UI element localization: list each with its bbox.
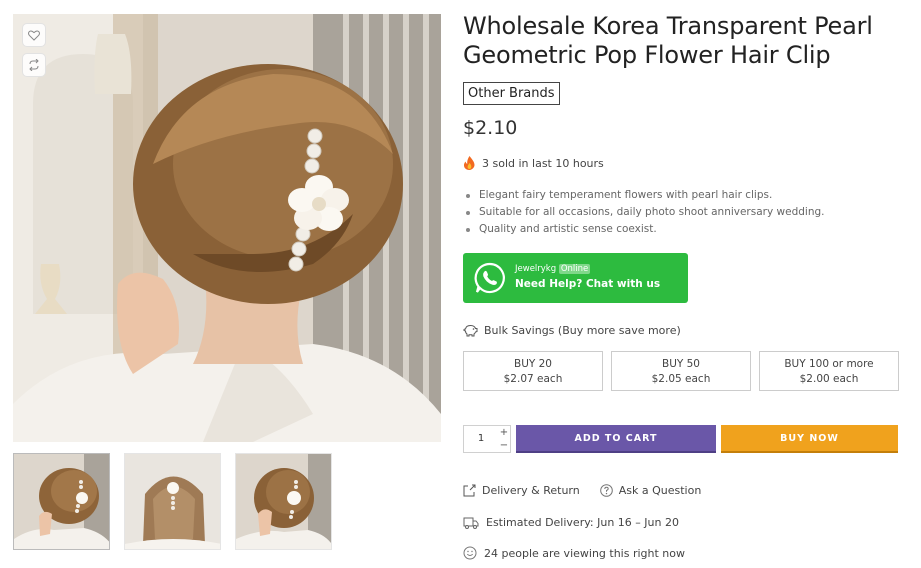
thumbnail-3[interactable] bbox=[235, 453, 332, 550]
bulk-tier-20[interactable]: BUY 20 $2.07 each bbox=[463, 351, 603, 391]
bulk-savings-heading: Bulk Savings (Buy more save more) bbox=[463, 324, 681, 337]
estimated-delivery: Estimated Delivery: Jun 16 – Jun 20 bbox=[463, 516, 679, 529]
live-viewers: 24 people are viewing this right now bbox=[463, 546, 685, 560]
sold-counter: 3 sold in last 10 hours bbox=[463, 156, 604, 170]
smile-icon bbox=[463, 546, 477, 560]
whatsapp-icon bbox=[474, 262, 505, 294]
quantity-decrease-button[interactable]: − bbox=[498, 439, 510, 452]
whatsapp-chat-button[interactable]: Jewelrykg Online Need Help? Chat with us bbox=[463, 253, 688, 303]
quantity-stepper: + − bbox=[463, 425, 511, 453]
feature-list: Elegant fairy temperament flowers with p… bbox=[463, 187, 824, 238]
thumbnail-2[interactable] bbox=[124, 453, 221, 550]
bulk-tier-50[interactable]: BUY 50 $2.05 each bbox=[611, 351, 751, 391]
thumbnail-image bbox=[125, 454, 220, 549]
tier-qty: BUY 100 or more bbox=[784, 358, 874, 370]
wishlist-button[interactable] bbox=[22, 23, 46, 47]
heart-icon bbox=[28, 30, 40, 41]
ask-question-label: Ask a Question bbox=[618, 484, 702, 497]
delivery-return-link[interactable]: Delivery & Return bbox=[463, 484, 580, 497]
feature-item: Quality and artistic sense coexist. bbox=[463, 221, 824, 238]
add-to-cart-button[interactable]: ADD TO CART bbox=[516, 425, 716, 453]
viewers-text: 24 people are viewing this right now bbox=[484, 546, 686, 560]
feature-item: Elegant fairy temperament flowers with p… bbox=[463, 187, 824, 204]
bulk-tier-100[interactable]: BUY 100 or more $2.00 each bbox=[759, 351, 899, 391]
online-status: Online bbox=[558, 264, 591, 274]
product-price: $2.10 bbox=[463, 117, 518, 139]
quantity-buttons: + − bbox=[498, 426, 510, 452]
ask-question-link[interactable]: Ask a Question bbox=[599, 484, 702, 497]
chat-cta: Need Help? Chat with us bbox=[515, 278, 661, 290]
product-photo bbox=[13, 14, 441, 442]
whatsapp-text: Jewelrykg Online Need Help? Chat with us bbox=[515, 264, 660, 292]
thumbnail-image bbox=[14, 454, 109, 549]
thumbnail-1[interactable] bbox=[13, 453, 110, 550]
bulk-tiers: BUY 20 $2.07 each BUY 50 $2.05 each BUY … bbox=[463, 351, 899, 391]
quantity-increase-button[interactable]: + bbox=[498, 426, 510, 439]
buy-now-button[interactable]: BUY NOW bbox=[721, 425, 898, 453]
product-links: Delivery & Return Ask a Question bbox=[463, 484, 701, 497]
truck-icon bbox=[463, 517, 479, 529]
feature-item: Suitable for all occasions, daily photo … bbox=[463, 204, 824, 221]
delivery-return-label: Delivery & Return bbox=[482, 484, 580, 497]
thumbnail-image bbox=[236, 454, 331, 549]
tier-price: $2.00 each bbox=[799, 373, 859, 385]
compare-button[interactable] bbox=[22, 53, 46, 77]
tier-price: $2.07 each bbox=[503, 373, 563, 385]
refresh-icon bbox=[29, 59, 39, 71]
tier-qty: BUY 50 bbox=[661, 358, 700, 370]
sold-text: 3 sold in last 10 hours bbox=[482, 156, 604, 170]
tier-price: $2.05 each bbox=[651, 373, 711, 385]
bulk-savings-text: Bulk Savings (Buy more save more) bbox=[484, 324, 681, 337]
agent-line: Jewelrykg Online bbox=[515, 264, 660, 275]
fire-icon bbox=[463, 156, 475, 170]
piggy-bank-icon bbox=[463, 324, 478, 337]
agent-name: Jewelrykg bbox=[515, 264, 557, 274]
question-circle-icon bbox=[599, 484, 613, 497]
product-title: Wholesale Korea Transparent Pearl Geomet… bbox=[463, 12, 873, 69]
main-product-image[interactable] bbox=[13, 14, 441, 442]
brand-badge[interactable]: Other Brands bbox=[463, 82, 560, 105]
external-link-icon bbox=[463, 484, 476, 497]
quantity-input[interactable] bbox=[464, 426, 498, 452]
estimated-delivery-text: Estimated Delivery: Jun 16 – Jun 20 bbox=[486, 516, 679, 529]
tier-qty: BUY 20 bbox=[513, 358, 552, 370]
thumbnail-strip bbox=[13, 453, 332, 550]
